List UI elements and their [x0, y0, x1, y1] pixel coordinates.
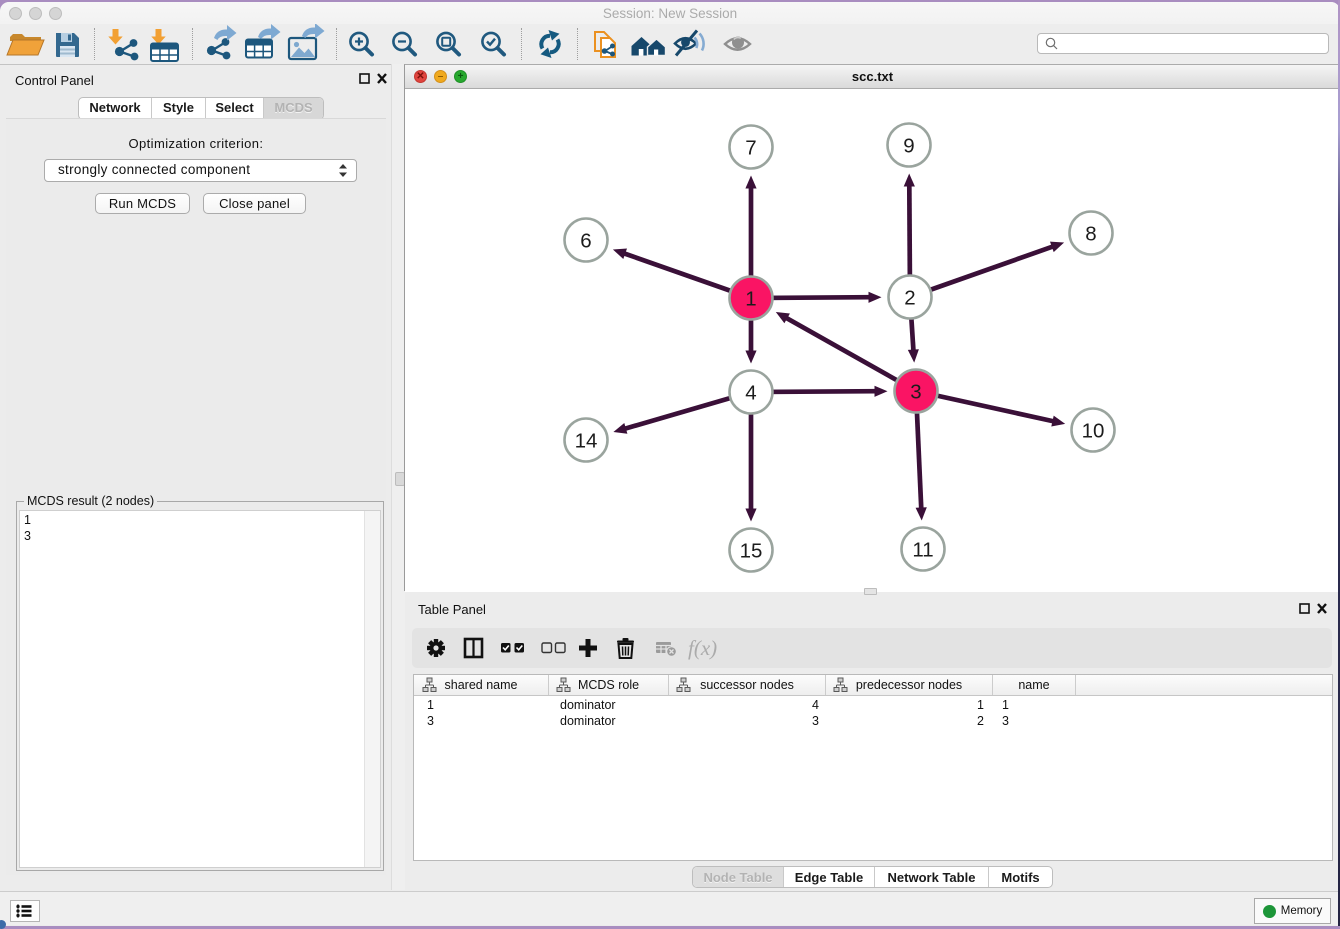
svg-text:1: 1: [745, 288, 756, 311]
svg-text:4: 4: [745, 382, 756, 405]
svg-text:10: 10: [1082, 420, 1105, 443]
svg-text:7: 7: [745, 137, 756, 160]
svg-text:2: 2: [904, 287, 915, 310]
svg-text:f(x): f(x): [688, 636, 717, 660]
svg-text:11: 11: [912, 539, 933, 562]
svg-text:14: 14: [575, 430, 598, 453]
svg-text:9: 9: [903, 135, 914, 158]
svg-text:8: 8: [1085, 223, 1096, 246]
svg-text:6: 6: [580, 230, 591, 253]
svg-text:3: 3: [910, 381, 921, 404]
svg-text:15: 15: [740, 540, 763, 563]
